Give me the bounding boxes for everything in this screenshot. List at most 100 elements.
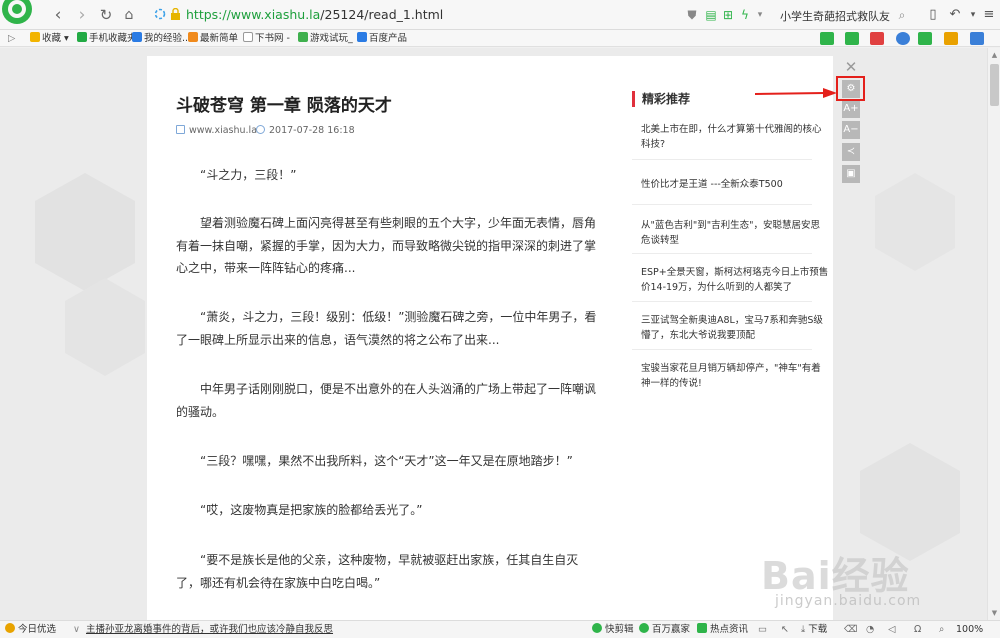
bookmark-favorites[interactable]: 收藏 ▾: [30, 31, 69, 46]
today-icon: [5, 623, 15, 633]
search-icon[interactable]: ⌕: [894, 7, 910, 23]
recommend-item[interactable]: 性价比才是王道 ---全新众泰T500: [641, 177, 829, 192]
quick-cut-button[interactable]: 快剪辑: [592, 621, 634, 638]
red-arrow-annotation: [755, 88, 837, 98]
recommend-item[interactable]: 从"蓝色吉利"到"吉利生态"，安聪慧居安思危谈转型: [641, 218, 829, 248]
browser-toolbar: ‹ › ↻ ⌂ https://www.xiashu.la/25124/read…: [0, 0, 1000, 30]
sound-icon[interactable]: ◁: [888, 621, 895, 638]
address-url[interactable]: https://www.xiashu.la/25124/read_1.html: [186, 6, 443, 24]
bookmark-my-experience[interactable]: 我的经验..: [132, 31, 188, 46]
article-paragraph: “斗之力，三段！”: [200, 168, 297, 182]
today-picks[interactable]: 今日优选: [5, 621, 56, 638]
scrollbar-thumb[interactable]: [990, 64, 999, 106]
bookmark-baidu-products[interactable]: 百度产品: [357, 31, 407, 46]
refresh-button[interactable]: ↻: [96, 5, 116, 25]
lightning-icon[interactable]: ϟ: [737, 7, 753, 23]
divider: [632, 159, 812, 160]
gamepad-icon[interactable]: [918, 32, 932, 45]
shield-extension-icon[interactable]: [944, 32, 958, 45]
divider: [632, 301, 812, 302]
recommend-item[interactable]: 北美上市在即，什么才算第十代雅阁的核心科技?: [641, 122, 829, 152]
shield-icon[interactable]: ⛊: [684, 7, 700, 23]
url-host: https://www.xiashu.la: [186, 7, 321, 22]
screen-icon[interactable]: ▭: [758, 621, 767, 638]
hot-news-button[interactable]: 热点资讯: [697, 621, 748, 638]
article-paragraph: “三段？嘿嘿，果然不出我所料，这个“天才”这一年又是在原地踏步！”: [200, 454, 573, 468]
article-page: 斗破苍穹 第一章 陨落的天才 www.xiashu.la 2017-07-28 …: [147, 56, 833, 620]
divider: [632, 204, 812, 205]
extension-icon[interactable]: [845, 32, 859, 45]
share-icon[interactable]: ≺: [842, 143, 860, 161]
recommend-item[interactable]: 宝骏当家花旦月销万辆却停产，"神车"有着神一样的传说!: [641, 361, 829, 391]
bookmark-game-trial[interactable]: 游戏试玩_: [298, 31, 353, 46]
scroll-up-icon[interactable]: ▲: [990, 50, 999, 60]
settings-highlight-box: [836, 76, 865, 101]
headset-icon[interactable]: Ω: [914, 621, 921, 638]
search-extension-icon[interactable]: [896, 32, 910, 45]
book-icon[interactable]: [820, 32, 834, 45]
baidu-jingyan-watermark: Bai经验 jingyan.baidu.com: [755, 545, 955, 625]
article-paragraph: “哎，这废物真是把家族的脸都给丢光了。”: [200, 503, 423, 517]
page-loading-icon: [154, 8, 166, 20]
hexagon-decoration: [65, 278, 145, 376]
zoom-icon[interactable]: ⌕: [939, 621, 944, 638]
phone-icon: [77, 32, 87, 42]
trash-icon[interactable]: ⌫: [844, 621, 857, 638]
recommend-heading: 精彩推荐: [632, 91, 690, 107]
font-decrease-button[interactable]: A−: [842, 121, 860, 139]
download-button[interactable]: ⤓ 下载: [801, 621, 827, 638]
divider: [632, 253, 812, 254]
search-input[interactable]: 小学生奇葩招式救队友: [780, 8, 890, 24]
mobile-icon[interactable]: ▯: [924, 6, 942, 24]
translate-icon[interactable]: ⊞: [720, 7, 736, 23]
undo-icon[interactable]: ↶: [946, 6, 964, 24]
browser-logo-icon[interactable]: [0, 0, 40, 30]
bookmark-xiashu[interactable]: 下书网 -: [243, 31, 290, 46]
back-button[interactable]: ‹: [48, 5, 68, 25]
article-site[interactable]: www.xiashu.la: [176, 125, 257, 136]
star-icon: [30, 32, 40, 42]
bookmarks-bar: ▷ 收藏 ▾ 手机收藏夹 我的经验.. 最新简单 下书网 - 游戏试玩_ 百度产…: [0, 30, 1000, 47]
page-scrollbar[interactable]: ▲ ▼: [987, 48, 1000, 620]
address-bar[interactable]: https://www.xiashu.la/25124/read_1.html: [148, 4, 678, 26]
million-winner-button[interactable]: 百万赢家: [639, 621, 690, 638]
user-extension-icon[interactable]: [970, 32, 984, 45]
play-icon: [639, 623, 649, 633]
font-increase-button[interactable]: A+: [842, 100, 860, 118]
bookmark-mobile-favorites[interactable]: 手机收藏夹: [77, 31, 137, 46]
news-ticker-link[interactable]: 主播孙亚龙离婚事件的背后，或许我们也应该冷静自我反思: [86, 621, 333, 638]
menu-icon[interactable]: ≡: [980, 6, 998, 24]
close-icon[interactable]: ✕: [842, 58, 860, 76]
status-bar: 今日优选 ∨ 主播孙亚龙离婚事件的背后，或许我们也应该冷静自我反思 快剪辑 百万…: [0, 620, 1000, 638]
watermark-domain: jingyan.baidu.com: [775, 593, 922, 609]
paw-icon: [357, 32, 367, 42]
game-icon: [298, 32, 308, 42]
reader-mode-icon[interactable]: ▤: [703, 7, 719, 23]
gift-icon: [188, 32, 198, 42]
save-icon[interactable]: ▣: [842, 165, 860, 183]
paw-icon: [132, 32, 142, 42]
zoom-level[interactable]: 100%: [956, 621, 983, 638]
page-icon: [243, 32, 253, 42]
article-paragraph: “要不是族长是他的父亲，这种废物，早就被驱赶出家族，任其自生自灭了，哪还有机会待…: [176, 553, 579, 590]
download-icon: ⤓: [801, 624, 806, 635]
cursor-icon[interactable]: ↖: [781, 621, 789, 638]
article-paragraph: “萧炎，斗之力，三段！级别：低级！”测验魔石碑之旁，一位中年男子，看了一眼碑上所…: [176, 310, 597, 347]
search-box[interactable]: 小学生奇葩招式救队友 ⌕: [778, 4, 914, 26]
divider: [632, 349, 812, 350]
sidebar-toggle-icon[interactable]: ▷: [8, 31, 15, 46]
home-button[interactable]: ⌂: [119, 5, 139, 25]
recommend-item[interactable]: 三亚试驾全新奥迪A8L，宝马7系和奔驰S级懵了，东北大爷说我要顶配: [641, 313, 829, 343]
scroll-down-icon[interactable]: ▼: [990, 608, 999, 618]
clock-icon[interactable]: ◔: [866, 621, 874, 638]
news-icon: [697, 623, 707, 633]
scissors-icon: [592, 623, 602, 633]
chevron-down-icon[interactable]: ▾: [752, 7, 768, 23]
scissors-icon[interactable]: [870, 32, 884, 45]
recommend-item[interactable]: ESP+全景天窗，斯柯达柯珞克今日上市预售价14-19万，为什么听到的人都笑了: [641, 265, 829, 295]
forward-button[interactable]: ›: [72, 5, 92, 25]
bookmark-latest-simple[interactable]: 最新简单: [188, 31, 238, 46]
article-paragraph: 中年男子话刚刚脱口，便是不出意外的在人头汹涌的广场上带起了一阵嘲讽的骚动。: [176, 382, 597, 419]
news-chevron-icon[interactable]: ∨: [73, 621, 80, 638]
hexagon-decoration: [875, 173, 955, 271]
